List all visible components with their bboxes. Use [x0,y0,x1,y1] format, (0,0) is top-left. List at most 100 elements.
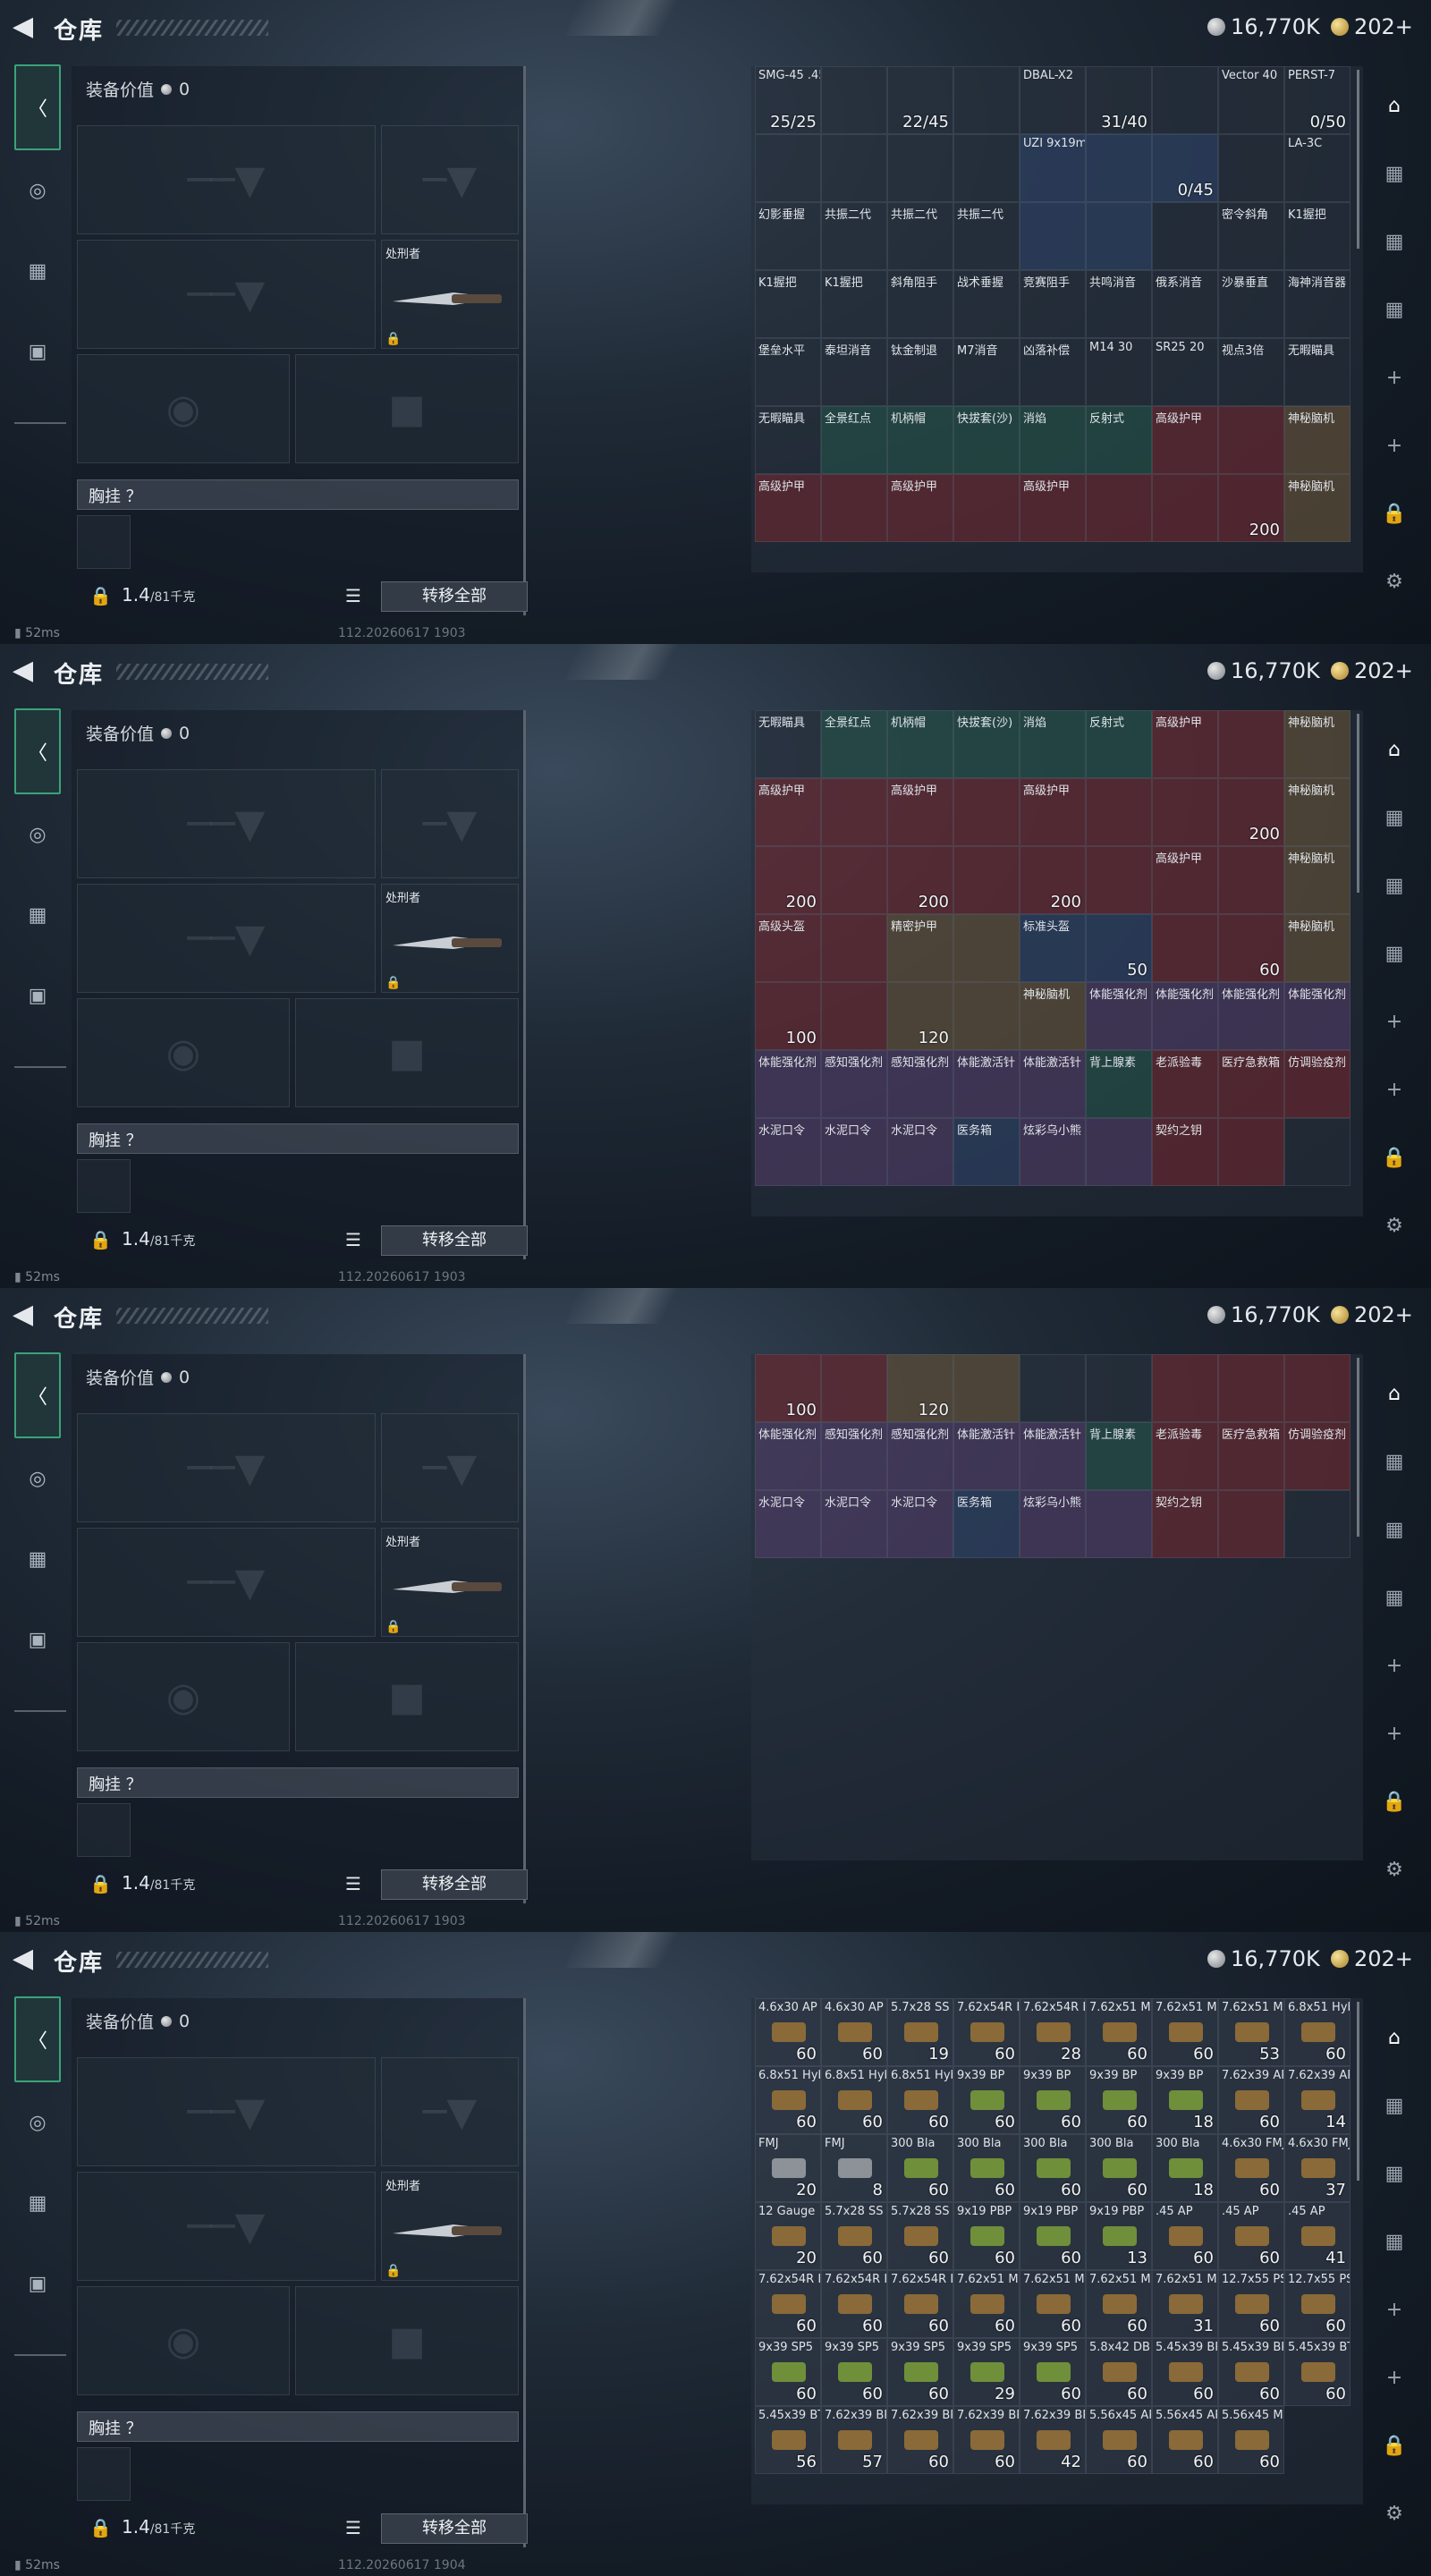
inventory-item[interactable] [1020,202,1086,270]
transfer-all-button[interactable]: 转移全部 [381,581,528,612]
inventory-item[interactable]: 9x39 BP 60 [953,2066,1020,2134]
inventory-item[interactable]: 7.62x54R LPS 60 [755,2270,821,2338]
chest-rig-header[interactable]: 胸挂 ？ [77,1123,519,1154]
scrollbar[interactable] [1357,1358,1359,1537]
inventory-item[interactable]: 7.62x51 M61 31 [1152,2270,1218,2338]
inventory-item[interactable]: 凶落补偿 [1020,338,1086,406]
inventory-item[interactable]: 机柄帽 [887,406,953,474]
inventory-item[interactable]: 12 Gauge 20 [755,2202,821,2270]
inventory-item[interactable]: 5.45x39 BP 60 [1152,2338,1218,2406]
scrollbar[interactable] [1357,70,1359,249]
inventory-item[interactable]: 高级护甲 [1152,406,1218,474]
inventory-item[interactable]: 300 Bla 60 [1086,2134,1152,2202]
inventory-item[interactable]: 堡垒水平 [755,338,821,406]
inventory-item[interactable]: 水泥口令 [887,1118,953,1186]
back-arrow-icon[interactable]: ◀ [13,1301,41,1329]
inventory-item[interactable]: 9x39 SP5 29 [953,2338,1020,2406]
inventory-item[interactable] [821,846,887,914]
inventory-item[interactable]: 7.62x39 BP 57 [821,2406,887,2474]
inventory-item[interactable]: 体能激活针 [1020,1050,1086,1118]
rig-slot[interactable] [77,515,131,569]
inventory-item[interactable] [1152,202,1218,270]
inventory-item[interactable]: 高级护甲 [755,778,821,846]
add-storage-icon[interactable]: + [1372,1055,1417,1123]
inventory-item[interactable]: 密令斜角 [1218,202,1284,270]
inventory-item[interactable]: 300 Bla 60 [953,2134,1020,2202]
inventory-item[interactable]: 高级头盔 [755,914,821,982]
inventory-item[interactable]: 神秘脑机 [1284,406,1351,474]
gold-balance[interactable]: 202+ [1331,658,1413,683]
weapon-tab-icon[interactable]: 〈 [14,708,61,794]
inventory-item[interactable]: 共振二代 [887,202,953,270]
warehouse-icon[interactable]: ⌂ [1372,716,1417,784]
storage-1-icon[interactable]: ▦ [1372,784,1417,852]
storage-1-icon[interactable]: ▦ [1372,2072,1417,2140]
inventory-item[interactable]: 海神消音器 [1284,270,1351,338]
inventory-item[interactable] [953,778,1020,846]
back-arrow-icon[interactable]: ◀ [13,657,41,685]
inventory-item[interactable] [953,846,1020,914]
inventory-item[interactable]: 高级护甲 [1152,710,1218,778]
secondary-weapon-slot[interactable]: ──▼ [77,2172,376,2281]
storage-3-icon[interactable]: ▦ [1372,2207,1417,2275]
inventory-item[interactable]: 精密护甲 [887,914,953,982]
inventory-item[interactable]: M7消音 [953,338,1020,406]
gold-balance[interactable]: 202+ [1331,1302,1413,1327]
inventory-item[interactable]: 斜角阻手 [887,270,953,338]
add-storage-icon[interactable]: + [1372,411,1417,479]
inventory-item[interactable]: UZI 9x19mm [1020,134,1086,202]
inventory-item[interactable] [953,66,1020,134]
inventory-item[interactable]: 标准头盔 [1020,914,1086,982]
inventory-item[interactable]: 医务箱 [953,1118,1020,1186]
add-storage-icon[interactable]: + [1372,1699,1417,1767]
inventory-item[interactable] [1218,1490,1284,1558]
armor-tab-icon[interactable]: ◎ [14,794,61,875]
scrollbar[interactable] [1357,714,1359,893]
inventory-item[interactable]: 体能强化剂 [1152,982,1218,1050]
inventory-item[interactable]: 5.56x45 AP 60 [1152,2406,1218,2474]
inventory-item[interactable] [953,134,1020,202]
inventory-item[interactable] [821,474,887,542]
add-storage-icon[interactable]: + [1372,343,1417,411]
settings-gear-icon[interactable]: ⚙ [1372,547,1417,615]
inventory-item[interactable]: 7.62x51 M61 60 [1086,2270,1152,2338]
inventory-item[interactable] [1086,1490,1152,1558]
weapon-tab-icon[interactable]: 〈 [14,1996,61,2082]
inventory-item[interactable]: K1握把 [755,270,821,338]
pistol-slot[interactable]: ─▼ [381,2057,519,2166]
inventory-item[interactable]: 300 Bla 60 [887,2134,953,2202]
inventory-item[interactable]: 体能强化剂 [755,1422,821,1490]
inventory-item[interactable]: 全景红点 [821,406,887,474]
inventory-grid[interactable]: 无暇瞄具 全景红点 机柄帽 快拔套(沙) 消焰 反射式 高级护甲 神秘脑机 高级护甲 高级护甲 高级… [751,710,1363,1216]
inventory-item[interactable]: 无暇瞄具 [755,406,821,474]
inventory-item[interactable]: 幻影垂握 [755,202,821,270]
inventory-item[interactable]: 7.62x39 BP 42 [1020,2406,1086,2474]
inventory-item[interactable]: 12.7x55 PS12A 60 [1218,2270,1284,2338]
inventory-item[interactable]: 神秘脑机 [1284,846,1351,914]
storage-3-icon[interactable]: ▦ [1372,275,1417,343]
inventory-item[interactable]: 感知强化剂 [821,1422,887,1490]
inventory-item[interactable] [1020,1354,1086,1422]
back-arrow-icon[interactable]: ◀ [13,13,41,41]
inventory-item[interactable]: SMG-45 .45 ACP 25/25 [755,66,821,134]
rig-tab-icon[interactable]: ▦ [14,875,61,955]
inventory-item[interactable]: 医疗急救箱 [1218,1050,1284,1118]
inventory-item[interactable]: 契约之钥 [1152,1118,1218,1186]
inventory-item[interactable]: 钛金制退 [887,338,953,406]
inventory-item[interactable] [1152,778,1218,846]
inventory-item[interactable]: 5.7x28 SS 19 [887,1998,953,2066]
inventory-item[interactable]: 体能强化剂 [1086,982,1152,1050]
secondary-weapon-slot[interactable]: ──▼ [77,240,376,349]
rig-tab-icon[interactable]: ▦ [14,2163,61,2243]
inventory-item[interactable] [953,982,1020,1050]
inventory-item[interactable] [1086,474,1152,542]
melee-slot[interactable]: 处刑者 🔒 [381,240,519,349]
storage-1-icon[interactable]: ▦ [1372,1428,1417,1496]
weapon-tab-icon[interactable]: 〈 [14,1352,61,1438]
inventory-item[interactable] [1218,134,1284,202]
melee-slot[interactable]: 处刑者 🔒 [381,2172,519,2281]
rig-slot[interactable] [77,1803,131,1857]
inventory-item[interactable]: 神秘脑机 [1020,982,1086,1050]
inventory-item[interactable]: 7.62x39 AP 60 [1218,2066,1284,2134]
pistol-slot[interactable]: ─▼ [381,769,519,878]
